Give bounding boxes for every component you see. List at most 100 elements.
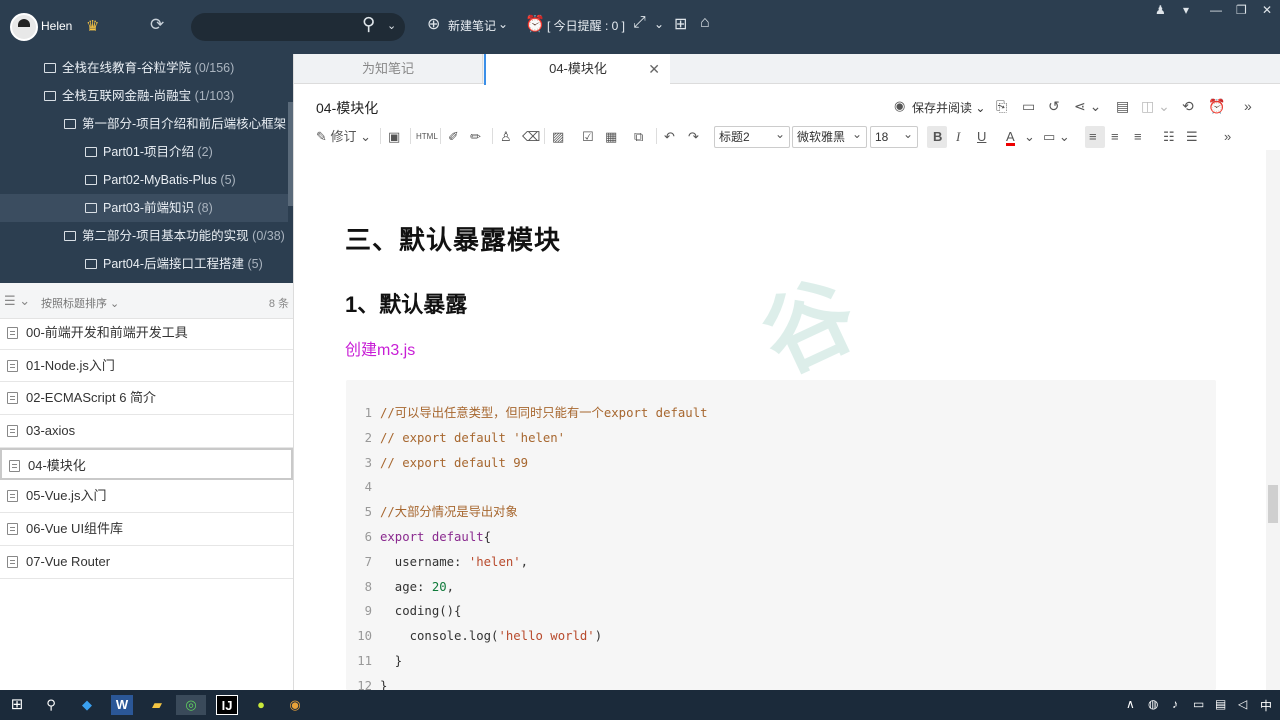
code-line[interactable]: 2 // export default 'helen'	[346, 426, 1216, 451]
heading-2[interactable]: 三、默认暴露模块	[345, 220, 561, 257]
image-icon[interactable]: ▨	[552, 128, 564, 146]
file-explorer-icon[interactable]: ▰	[146, 695, 168, 715]
code-line[interactable]: 9 coding(){	[346, 599, 1216, 624]
layout-icon[interactable]: ◫ ⌄	[1141, 98, 1170, 115]
chrome-icon[interactable]: ◉	[284, 695, 306, 715]
add-icon[interactable]: ⊕	[427, 14, 440, 34]
home-icon[interactable]: ⌂	[700, 14, 710, 32]
content-link[interactable]: 创建m3.js	[345, 336, 415, 360]
align-center-icon[interactable]: ≡	[1111, 128, 1119, 146]
new-note-dropdown-icon[interactable]: ⌄	[498, 17, 508, 31]
highlighter-icon[interactable]: ✏	[470, 128, 481, 146]
underline-icon[interactable]: U	[977, 128, 986, 146]
list-view-icon[interactable]: ☰ ⌄	[4, 293, 30, 309]
font-family-select[interactable]: 微软雅黑	[792, 124, 867, 148]
panel-divider[interactable]	[293, 54, 294, 690]
eye-icon[interactable]: ◉	[894, 98, 905, 114]
list-item[interactable]: 02-ECMAScript 6 简介	[0, 382, 293, 416]
microphone-icon[interactable]: ♪	[1172, 697, 1178, 711]
revise-button[interactable]: ✎ 修订 ⌄	[316, 128, 371, 146]
alarm-icon[interactable]: ⏰	[525, 14, 545, 34]
battery-icon[interactable]: ▭	[1193, 697, 1204, 711]
share-icon[interactable]: ⋖ ⌄	[1074, 98, 1101, 115]
skin-icon[interactable]: ♟	[1155, 3, 1166, 17]
page-title[interactable]: 04-模块化	[316, 98, 378, 118]
search-icon[interactable]: ⚲	[362, 14, 375, 35]
tree-item[interactable]: Part01-项目介绍 (2)	[0, 138, 288, 166]
bold-icon[interactable]: B	[933, 128, 942, 146]
minimize-icon[interactable]: —	[1210, 3, 1222, 17]
tree-item[interactable]: 第一部分-项目介绍和前后端核心框架	[0, 110, 288, 138]
volume-icon[interactable]: ◁	[1238, 697, 1247, 711]
bullet-list-icon[interactable]: ☰	[1186, 128, 1198, 146]
list-item[interactable]: 03-axios	[0, 415, 293, 448]
chevron-down-icon[interactable]: ⌄	[387, 19, 396, 32]
tray-app-icon[interactable]: ◍	[1148, 697, 1158, 711]
tree-item-selected[interactable]: Part03-前端知识 (8)	[0, 194, 288, 222]
editor-scrollbar-thumb[interactable]	[1268, 485, 1278, 523]
network-icon[interactable]: ▤	[1215, 697, 1226, 711]
sync-icon[interactable]: ⟳	[150, 15, 164, 35]
tray-expand-icon[interactable]: ∧	[1126, 697, 1135, 711]
history-icon[interactable]: ↺	[1048, 98, 1060, 115]
restore-icon[interactable]: ❐	[1236, 3, 1247, 17]
save-icon[interactable]: ▣	[388, 128, 400, 146]
tree-item[interactable]: Part02-MyBatis-Plus (5)	[0, 166, 288, 194]
close-tab-icon[interactable]: ✕	[648, 54, 660, 84]
code-line[interactable]: 3 // export default 99	[346, 451, 1216, 476]
redo-icon[interactable]: ↷	[688, 128, 699, 146]
alarm-icon[interactable]: ⏰	[1208, 98, 1225, 115]
list-item[interactable]: 06-Vue UI组件库	[0, 513, 293, 546]
ime-indicator[interactable]: 中	[1260, 697, 1272, 714]
code-line[interactable]: 7 username: 'helen',	[346, 550, 1216, 575]
tab-current-note[interactable]: 04-模块化 ✕	[484, 54, 670, 85]
font-size-select[interactable]: 18	[870, 124, 918, 148]
table-icon[interactable]: ▦	[605, 128, 617, 146]
code-block-icon[interactable]: ⧉	[634, 128, 643, 146]
align-right-icon[interactable]: ≡	[1134, 128, 1142, 146]
pen-icon[interactable]: ✐	[448, 128, 459, 146]
tree-item[interactable]: 全栈在线教育-谷粒学院 (0/156)	[0, 54, 288, 82]
format-painter-icon[interactable]: ♙	[500, 128, 512, 146]
expand-dropdown-icon[interactable]: ⌄	[654, 17, 664, 31]
vscode-icon[interactable]: ◆	[76, 695, 98, 715]
ordered-list-icon[interactable]: ☷	[1163, 128, 1175, 146]
code-line[interactable]: 6 export default{	[346, 525, 1216, 550]
editor-scrollbar[interactable]	[1266, 150, 1280, 690]
code-line[interactable]: 4	[346, 475, 1216, 500]
tab-wiznote[interactable]: 为知笔记	[294, 54, 483, 84]
menu-icon[interactable]: ▾	[1183, 3, 1189, 17]
heading-3[interactable]: 1、默认暴露	[345, 287, 467, 319]
expand-icon[interactable]: ⤢	[633, 14, 646, 32]
reminder-label[interactable]: [ 今日提醒 : 0 ]	[547, 17, 625, 34]
undo-icon[interactable]: ↶	[664, 128, 675, 146]
code-line[interactable]: 8 age: 20,	[346, 575, 1216, 600]
crown-icon[interactable]: ♛	[86, 17, 99, 35]
code-line[interactable]: 1 //可以导出任意类型，但同时只能有一个export default	[346, 401, 1216, 426]
highlight-color-icon[interactable]: ▭ ⌄	[1043, 128, 1070, 146]
font-color-dropdown-icon[interactable]: ⌄	[1024, 128, 1035, 146]
close-icon[interactable]: ✕	[1262, 3, 1272, 17]
windows-start-icon[interactable]: ⊞	[6, 695, 28, 715]
word-icon[interactable]: W	[111, 695, 133, 715]
tree-item[interactable]: Part04-后端接口工程搭建 (5)	[0, 250, 288, 278]
eraser-icon[interactable]: ⌫	[522, 128, 540, 146]
user-name[interactable]: Helen	[41, 19, 72, 33]
code-line[interactable]: 5 //大部分情况是导出对象	[346, 500, 1216, 525]
checkbox-icon[interactable]: ☑	[582, 128, 594, 146]
tree-item[interactable]: 第二部分-项目基本功能的实现 (0/38)	[0, 222, 288, 250]
app-icon[interactable]: ●	[250, 695, 272, 715]
more-icon[interactable]: »	[1244, 98, 1252, 114]
avatar[interactable]	[10, 13, 38, 41]
paragraph-style-select[interactable]: 标题2	[714, 124, 790, 148]
sort-dropdown[interactable]: 按照标题排序 ⌄	[41, 295, 119, 311]
intellij-icon[interactable]: IJ	[216, 695, 238, 715]
list-item[interactable]: 05-Vue.js入门	[0, 480, 293, 514]
grid-icon[interactable]: ⊞	[674, 14, 687, 34]
code-block[interactable]: 1 //可以导出任意类型，但同时只能有一个export default 2 // ex…	[346, 380, 1216, 690]
code-line[interactable]: 10 console.log('hello world')	[346, 624, 1216, 649]
attachment-icon[interactable]: ⎘	[996, 98, 1007, 115]
wechat-icon[interactable]: ◎	[176, 695, 206, 715]
code-line[interactable]: 11 }	[346, 649, 1216, 674]
list-item[interactable]: 07-Vue Router	[0, 546, 293, 579]
